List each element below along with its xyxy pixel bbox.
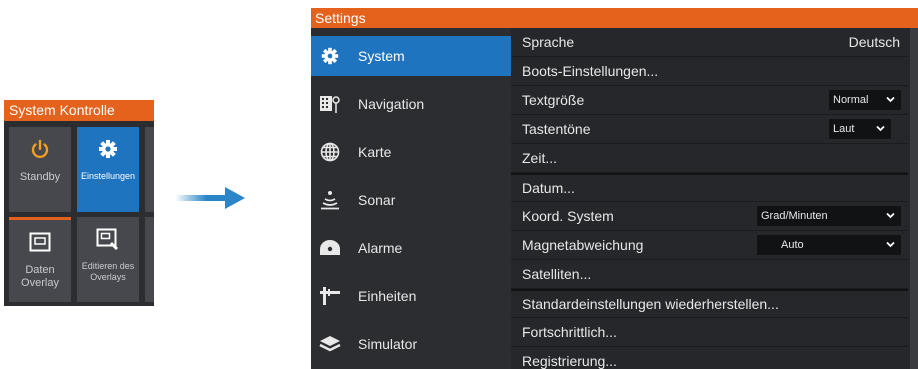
dropdown-value: Grad/Minuten: [761, 210, 828, 222]
row-label: Zeit...: [522, 150, 558, 166]
settings-nav: System Navigation Karte Sonar Alarme Ein…: [311, 28, 520, 369]
dropdown-value: Auto: [781, 239, 804, 251]
system-control-panel: System Kontrolle Standby Einstellungen D…: [4, 100, 154, 306]
nav-item-simulator[interactable]: Simulator: [311, 324, 511, 364]
row-label: Datum...: [522, 180, 575, 196]
text-size-dropdown[interactable]: Normal: [829, 90, 901, 110]
nav-item-label: Einheiten: [358, 288, 417, 304]
partial-tile[interactable]: [145, 127, 154, 212]
settings-window: Settings System Navigation Karte Sonar A…: [311, 8, 918, 369]
nav-item-label: Sonar: [358, 192, 396, 208]
power-icon: [9, 127, 71, 171]
standby-tile[interactable]: Standby: [9, 127, 71, 212]
settings-title: Settings: [311, 8, 918, 28]
partial-tile-2[interactable]: [145, 217, 154, 302]
row-label: Tastentöne: [522, 121, 591, 137]
scrollbar[interactable]: [910, 28, 918, 369]
nav-item-label: Simulator: [358, 336, 418, 352]
nav-item-einheiten[interactable]: Einheiten: [311, 276, 511, 316]
layers-icon: [319, 333, 341, 355]
edit-overlay-icon: [77, 217, 139, 261]
chevron-down-icon: [886, 212, 895, 219]
nav-item-sonar[interactable]: Sonar: [311, 180, 511, 220]
units-icon: [319, 285, 341, 307]
nav-item-label: Karte: [358, 144, 392, 160]
nav-item-navigation[interactable]: Navigation: [311, 84, 511, 124]
row-tastentoene[interactable]: Tastentöne Laut: [511, 115, 908, 144]
data-overlay-label: Daten Overlay: [21, 264, 59, 289]
system-control-title: System Kontrolle: [4, 100, 154, 121]
arrow-right-icon: [175, 187, 245, 209]
settings-tile-label: Einstellungen: [80, 171, 136, 181]
gear-icon: [319, 45, 341, 67]
gear-icon: [77, 127, 139, 171]
row-registrierung[interactable]: Registrierung...: [511, 347, 908, 369]
row-satelliten[interactable]: Satelliten...: [511, 260, 908, 289]
data-overlay-tile[interactable]: Daten Overlay: [9, 217, 71, 302]
globe-icon: [319, 141, 341, 163]
nav-item-label: Alarme: [358, 240, 403, 256]
language-value: Deutsch: [848, 34, 900, 50]
settings-list: Sprache Deutsch Boots-Einstellungen... T…: [511, 28, 918, 369]
edit-overlay-label: Editieren des Overlays: [81, 261, 135, 282]
nav-item-label: System: [358, 48, 405, 64]
row-koord-system[interactable]: Koord. System Grad/Minuten: [511, 202, 908, 231]
row-label: Koord. System: [522, 208, 614, 224]
edit-overlay-tile[interactable]: Editieren des Overlays: [77, 217, 139, 302]
navigation-icon: [319, 93, 341, 115]
sonar-icon: [319, 189, 341, 211]
settings-tile[interactable]: Einstellungen: [77, 127, 139, 212]
row-label: Registrierung...: [522, 353, 617, 369]
row-label: Satelliten...: [522, 266, 592, 282]
row-label: Boots-Einstellungen...: [522, 63, 659, 79]
standby-label: Standby: [19, 171, 61, 183]
magnetic-variation-dropdown[interactable]: Auto: [757, 235, 901, 255]
row-label: Fortschrittlich...: [522, 324, 617, 340]
row-sprache[interactable]: Sprache Deutsch: [511, 28, 908, 57]
row-label: Sprache: [522, 34, 575, 50]
nav-item-system[interactable]: System: [311, 36, 520, 76]
row-label: Textgröße: [522, 92, 585, 108]
overlay-icon: [9, 220, 71, 264]
nav-item-label: Navigation: [358, 96, 425, 112]
chevron-down-icon: [886, 96, 895, 103]
row-zeit[interactable]: Zeit...: [511, 144, 908, 173]
chevron-down-icon: [886, 241, 895, 248]
dropdown-value: Laut: [833, 123, 855, 135]
row-standardeinstellungen[interactable]: Standardeinstellungen wiederherstellen..…: [511, 289, 908, 318]
dropdown-value: Normal: [833, 94, 869, 106]
nav-item-alarme[interactable]: Alarme: [311, 228, 511, 268]
alarm-icon: [319, 237, 341, 259]
nav-item-karte[interactable]: Karte: [311, 132, 511, 172]
row-fortschrittlich[interactable]: Fortschrittlich...: [511, 318, 908, 347]
row-label: Magnetabweichung: [522, 237, 644, 253]
row-datum[interactable]: Datum...: [511, 173, 908, 202]
chevron-down-icon: [876, 125, 885, 132]
row-magnetabweichung[interactable]: Magnetabweichung Auto: [511, 231, 908, 260]
coord-system-dropdown[interactable]: Grad/Minuten: [757, 206, 901, 226]
row-textgroesse[interactable]: Textgröße Normal: [511, 86, 908, 115]
row-label: Standardeinstellungen wiederherstellen..…: [522, 296, 779, 312]
key-beep-dropdown[interactable]: Laut: [829, 119, 891, 139]
row-boots-einstellungen[interactable]: Boots-Einstellungen...: [511, 57, 908, 86]
